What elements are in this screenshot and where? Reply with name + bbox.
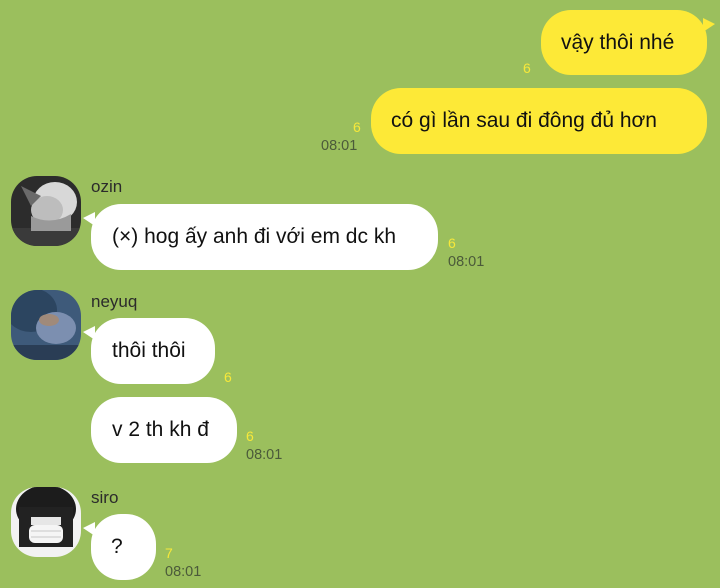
sender-name: siro xyxy=(91,488,119,507)
message-text: v 2 th kh đ xyxy=(112,418,209,441)
avatar-photo xyxy=(11,176,81,246)
message-text: có gì lần sau đi đông đủ hơn xyxy=(391,109,657,132)
unread-count: 6 xyxy=(523,60,531,76)
outgoing-message-bubble[interactable]: có gì lần sau đi đông đủ hơn xyxy=(371,88,707,154)
avatar-photo xyxy=(11,290,81,360)
message-time: 08:01 xyxy=(246,447,283,463)
sender-name: ozin xyxy=(91,177,123,196)
avatar-photo xyxy=(11,487,81,557)
unread-count: 6 xyxy=(353,119,361,135)
outgoing-message-bubble[interactable]: vậy thôi nhé xyxy=(541,10,715,75)
unread-count: 6 xyxy=(246,428,254,444)
incoming-message-bubble[interactable]: ? xyxy=(83,514,156,580)
message-time: 08:01 xyxy=(165,564,202,580)
avatar-ozin[interactable] xyxy=(11,176,81,246)
sender-name: neyuq xyxy=(91,292,138,311)
incoming-message-bubble[interactable]: thôi thôi xyxy=(83,318,215,384)
unread-count: 6 xyxy=(448,235,456,251)
message-time: 08:01 xyxy=(448,254,485,270)
avatar-siro[interactable] xyxy=(11,487,81,557)
unread-count: 7 xyxy=(165,545,173,561)
message-text: (×) hog ấy anh đi với em dc kh xyxy=(112,225,396,248)
avatar-neyuq[interactable] xyxy=(11,290,81,360)
incoming-message-bubble[interactable]: v 2 th kh đ xyxy=(91,397,237,463)
message-time: 08:01 xyxy=(321,138,358,154)
message-text: vậy thôi nhé xyxy=(561,30,675,54)
unread-count: 6 xyxy=(224,369,232,385)
message-text: thôi thôi xyxy=(112,339,186,362)
incoming-message-bubble[interactable]: (×) hog ấy anh đi với em dc kh xyxy=(83,204,438,270)
message-text: ? xyxy=(111,535,123,558)
